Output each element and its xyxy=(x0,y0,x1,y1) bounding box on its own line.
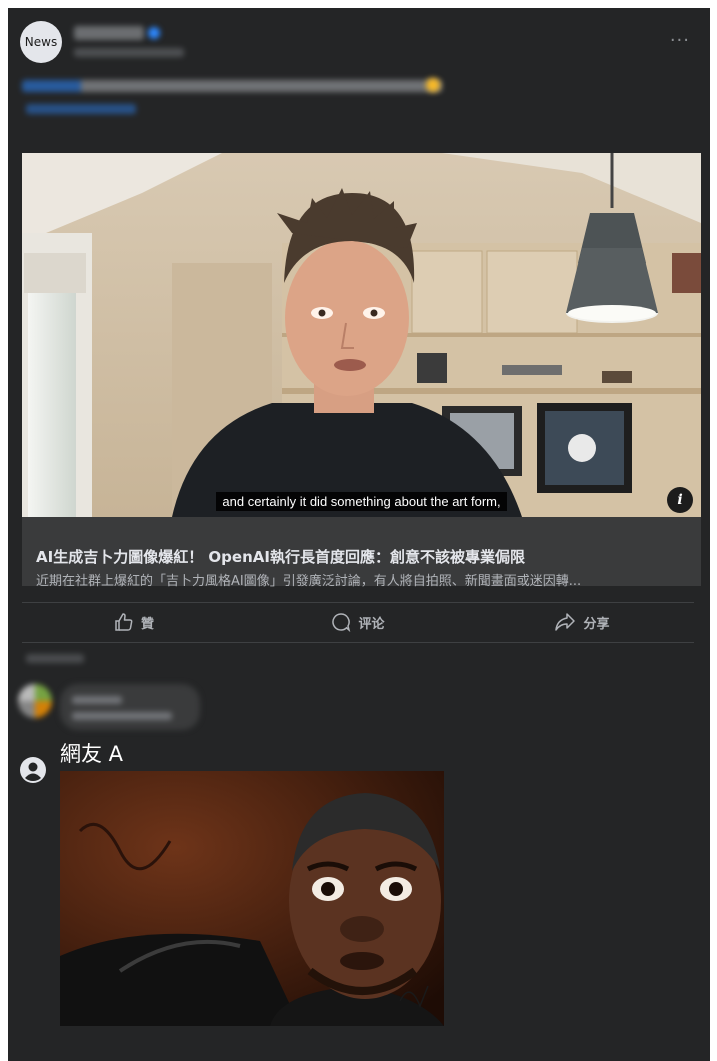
comment-sort-blurred[interactable] xyxy=(26,654,84,663)
share-button[interactable]: 分享 xyxy=(470,606,694,638)
video-frame-illustration xyxy=(22,153,701,517)
divider xyxy=(22,642,694,643)
info-icon[interactable]: i xyxy=(667,487,693,513)
blurred-line xyxy=(72,696,122,704)
emoji-icon xyxy=(426,78,440,92)
link-title[interactable]: AI生成吉卜力圖像爆紅！ OpenAI執行長首度回應：創意不該被專業侷限 xyxy=(36,546,525,567)
link-description: 近期在社群上爆紅的「吉卜力風格AI圖像」引發廣泛討論，有人將自拍照、新聞畫面或迷… xyxy=(36,574,582,589)
comment-label: 评论 xyxy=(358,616,385,632)
reaction-face-illustration xyxy=(60,771,444,1026)
comment-icon xyxy=(332,613,351,632)
comment-button[interactable]: 评论 xyxy=(246,606,470,638)
page-name-blurred[interactable] xyxy=(74,26,144,40)
avatar-text: News xyxy=(24,35,58,49)
comment-bubble-blurred xyxy=(60,684,200,730)
subtitle-text: and certainly it did something about the… xyxy=(216,492,507,511)
like-button[interactable]: 贊 xyxy=(22,606,246,638)
verified-badge-icon xyxy=(148,27,160,39)
video-player[interactable]: and certainly it did something about the… xyxy=(22,153,701,517)
user-avatar-icon[interactable] xyxy=(20,757,46,783)
post-caption-link-blurred[interactable] xyxy=(26,104,136,114)
share-label: 分享 xyxy=(583,616,610,632)
thumbs-up-icon xyxy=(115,613,133,631)
divider xyxy=(22,602,694,603)
post-caption-blurred xyxy=(22,80,442,92)
page-avatar[interactable]: News xyxy=(20,21,62,63)
link-preview[interactable]: AI生成吉卜力圖像爆紅！ OpenAI執行長首度回應：創意不該被專業侷限 近期在… xyxy=(22,517,701,589)
reply-user-name[interactable]: 網友 A xyxy=(60,738,123,768)
post-timestamp-blurred[interactable] xyxy=(74,48,184,57)
commenter-avatar-blurred[interactable] xyxy=(18,684,52,718)
like-label: 贊 xyxy=(140,616,154,632)
action-bar: 贊 评论 分享 xyxy=(22,606,694,638)
video-subtitle: and certainly it did something about the… xyxy=(22,491,701,511)
more-horizontal-icon[interactable]: ··· xyxy=(670,32,690,50)
blurred-line xyxy=(72,712,172,720)
facebook-post-card: News ··· and certainly it did something … xyxy=(8,8,710,1061)
share-icon xyxy=(555,613,576,631)
info-glyph: i xyxy=(677,492,683,508)
reply-image[interactable] xyxy=(60,771,444,1026)
